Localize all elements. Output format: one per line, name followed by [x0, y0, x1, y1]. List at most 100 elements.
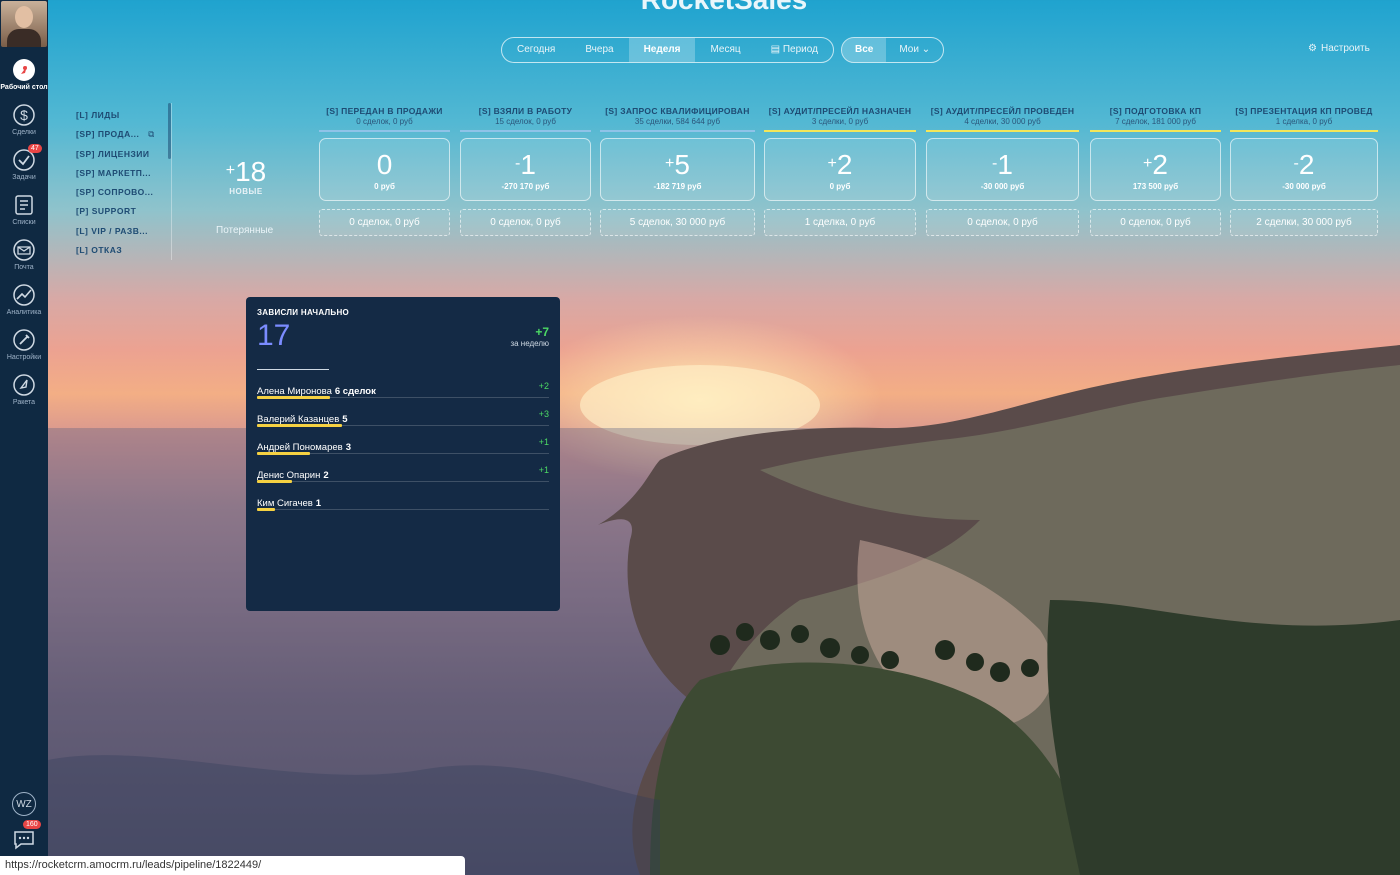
- stage-color-bar: [764, 130, 916, 132]
- stage-lost[interactable]: 0 сделок, 0 руб: [926, 209, 1079, 236]
- divider: [171, 103, 172, 260]
- stage-title: [S] ВЗЯЛИ В РАБОТУ: [478, 106, 573, 116]
- stage-sum: -270 170 руб: [501, 181, 550, 191]
- pipeline-item[interactable]: [P] SUPPORT: [76, 204, 170, 223]
- divider: [257, 369, 329, 370]
- pipeline-item[interactable]: [L] ОТКАЗ: [76, 243, 170, 262]
- sidebar-item-label: Ракета: [12, 399, 36, 406]
- configure-label: Настроить: [1320, 43, 1370, 54]
- chat-icon: [14, 831, 34, 850]
- period-week[interactable]: Неделя: [628, 38, 696, 62]
- stage-card[interactable]: -1 -30 000 руб: [926, 138, 1079, 201]
- sidebar-item-mail[interactable]: Почта: [0, 238, 48, 272]
- new-deals-summary: +18 НОВЫЕ: [213, 156, 279, 197]
- sidebar-item-label: Настройки: [6, 354, 42, 361]
- stage-subtitle: 0 сделок, 0 руб: [356, 117, 413, 126]
- stage-lost[interactable]: 0 сделок, 0 руб: [460, 209, 591, 236]
- stage-delta: +5: [665, 148, 690, 180]
- sidebar-item-label: Сделки: [12, 129, 36, 136]
- external-link-icon[interactable]: ⧉: [148, 129, 155, 139]
- weekly-delta: +7: [535, 325, 549, 339]
- tasks-badge: 47: [28, 144, 42, 153]
- sidebar-item-label: Рабочий стол: [0, 84, 48, 91]
- sidebar-item-tasks[interactable]: 47 Задачи: [0, 144, 48, 182]
- sidebar-item-dashboard[interactable]: Рабочий стол: [0, 58, 48, 92]
- stage-sum: -182 719 руб: [653, 181, 702, 191]
- pipeline-list: [L] ЛИДЫ [SP] ПРОДА... ⧉ [SP] ЛИЦЕНЗИИ […: [76, 108, 170, 262]
- status-bar-url: https://rocketcrm.amocrm.ru/leads/pipeli…: [0, 856, 465, 875]
- scope-all[interactable]: Все: [842, 38, 887, 62]
- stage-sum: 0 руб: [829, 181, 851, 191]
- stage-delta: -1: [515, 148, 536, 180]
- stage-subtitle: 15 сделок, 0 руб: [495, 117, 556, 126]
- widget-title: ЗАВИСЛИ НАЧАЛЬНО: [257, 308, 350, 317]
- manager-delta: +1: [538, 465, 549, 475]
- stage-column: [S] ЗАПРОС КВАЛИФИЦИРОВАН 35 сделки, 584…: [600, 106, 755, 236]
- stage-color-bar: [926, 130, 1079, 132]
- progress-track: [257, 509, 549, 510]
- stage-delta: 0: [376, 148, 393, 180]
- rocket-icon: [13, 374, 35, 396]
- sidebar-item-rocket[interactable]: Ракета: [0, 373, 48, 407]
- sidebar-item-deals[interactable]: $ Сделки: [0, 103, 48, 137]
- pipeline-item[interactable]: [SP] ЛИЦЕНЗИИ: [76, 147, 170, 166]
- stage-subtitle: 4 сделки, 30 000 руб: [964, 117, 1041, 126]
- manager-row[interactable]: Андрей Пономарев 3 +1: [257, 437, 549, 455]
- sidebar-item-label: Задачи: [12, 174, 36, 181]
- manager-count: 1: [315, 498, 322, 509]
- mail-icon: [13, 239, 35, 261]
- stage-title: [S] ПРЕЗЕНТАЦИЯ КП ПРОВЕД: [1235, 106, 1373, 116]
- stage-column: [S] АУДИТ/ПРЕСЕЙЛ НАЗНАЧЕН 3 сделки, 0 р…: [764, 106, 916, 236]
- stage-lost[interactable]: 2 сделки, 30 000 руб: [1230, 209, 1378, 236]
- stage-card[interactable]: 0 0 руб: [319, 138, 450, 201]
- stage-column: [S] ПЕРЕДАН В ПРОДАЖИ 0 сделок, 0 руб 0 …: [319, 106, 450, 236]
- sidebar-item-label: Аналитика: [6, 309, 42, 316]
- stage-delta: +2: [827, 148, 853, 180]
- gear-icon: ⚙: [1308, 43, 1317, 54]
- pipeline-item[interactable]: [SP] ПРОДА... ⧉: [76, 127, 170, 146]
- stage-delta: -1: [992, 148, 1013, 180]
- pipeline-item[interactable]: [L] ЛИДЫ: [76, 108, 170, 127]
- manager-row[interactable]: Ким Сигачев 1: [257, 493, 549, 511]
- period-custom[interactable]: ▤ Период: [756, 38, 833, 62]
- stage-column: [S] АУДИТ/ПРЕСЕЙЛ ПРОВЕДЕН 4 сделки, 30 …: [926, 106, 1079, 236]
- manager-count: 5: [342, 414, 348, 425]
- manager-row[interactable]: Алена Миронова 6 сделок +2: [257, 381, 549, 399]
- configure-button[interactable]: ⚙ Настроить: [1308, 43, 1370, 54]
- stage-sum: -30 000 руб: [980, 181, 1025, 191]
- stage-lost[interactable]: 1 сделка, 0 руб: [764, 209, 916, 236]
- stage-lost[interactable]: 0 сделок, 0 руб: [319, 209, 450, 236]
- stage-card[interactable]: +2 173 500 руб: [1090, 138, 1221, 201]
- stage-card[interactable]: -1 -270 170 руб: [460, 138, 591, 201]
- period-today[interactable]: Сегодня: [502, 38, 570, 62]
- stage-sum: 0 руб: [374, 181, 395, 191]
- manager-delta: +2: [538, 381, 549, 391]
- svg-text:$: $: [20, 107, 28, 123]
- stage-card[interactable]: +2 0 руб: [764, 138, 916, 201]
- sidebar-item-settings[interactable]: Настройки: [0, 328, 48, 362]
- scope-mine[interactable]: Мои ⌄: [886, 38, 943, 62]
- stage-sum: -30 000 руб: [1282, 181, 1326, 191]
- stage-column: [S] ПРЕЗЕНТАЦИЯ КП ПРОВЕД 1 сделка, 0 ру…: [1230, 106, 1378, 236]
- period-month[interactable]: Месяц: [695, 38, 755, 62]
- stage-color-bar: [319, 130, 450, 132]
- stage-title: [S] АУДИТ/ПРЕСЕЙЛ НАЗНАЧЕН: [768, 106, 912, 116]
- pipeline-item[interactable]: [SP] МАРКЕТП...: [76, 166, 170, 185]
- stage-card[interactable]: -2 -30 000 руб: [1230, 138, 1378, 201]
- user-avatar[interactable]: [1, 1, 47, 47]
- list-icon: [15, 195, 33, 215]
- chat-button[interactable]: 160: [11, 820, 41, 857]
- manager-row[interactable]: Валерий Казанцев 5 +3: [257, 409, 549, 427]
- stage-lost[interactable]: 0 сделок, 0 руб: [1090, 209, 1221, 236]
- sidebar-item-analytics[interactable]: Аналитика: [0, 283, 48, 317]
- stage-lost[interactable]: 5 сделок, 30 000 руб: [600, 209, 755, 236]
- wz-widget-button[interactable]: WZ: [12, 792, 36, 816]
- analytics-icon: [13, 284, 35, 306]
- pipeline-item[interactable]: [L] VIP / РАЗВ...: [76, 224, 170, 243]
- pipeline-item[interactable]: [SP] СОПРОВО...: [76, 185, 170, 204]
- period-yesterday[interactable]: Вчера: [570, 38, 628, 62]
- manager-row[interactable]: Денис Опарин 2 +1: [257, 465, 549, 483]
- sidebar-item-lists[interactable]: Списки: [0, 193, 48, 227]
- stage-column: [S] ПОДГОТОВКА КП 7 сделок, 181 000 руб …: [1090, 106, 1221, 236]
- stage-card[interactable]: +5 -182 719 руб: [600, 138, 755, 201]
